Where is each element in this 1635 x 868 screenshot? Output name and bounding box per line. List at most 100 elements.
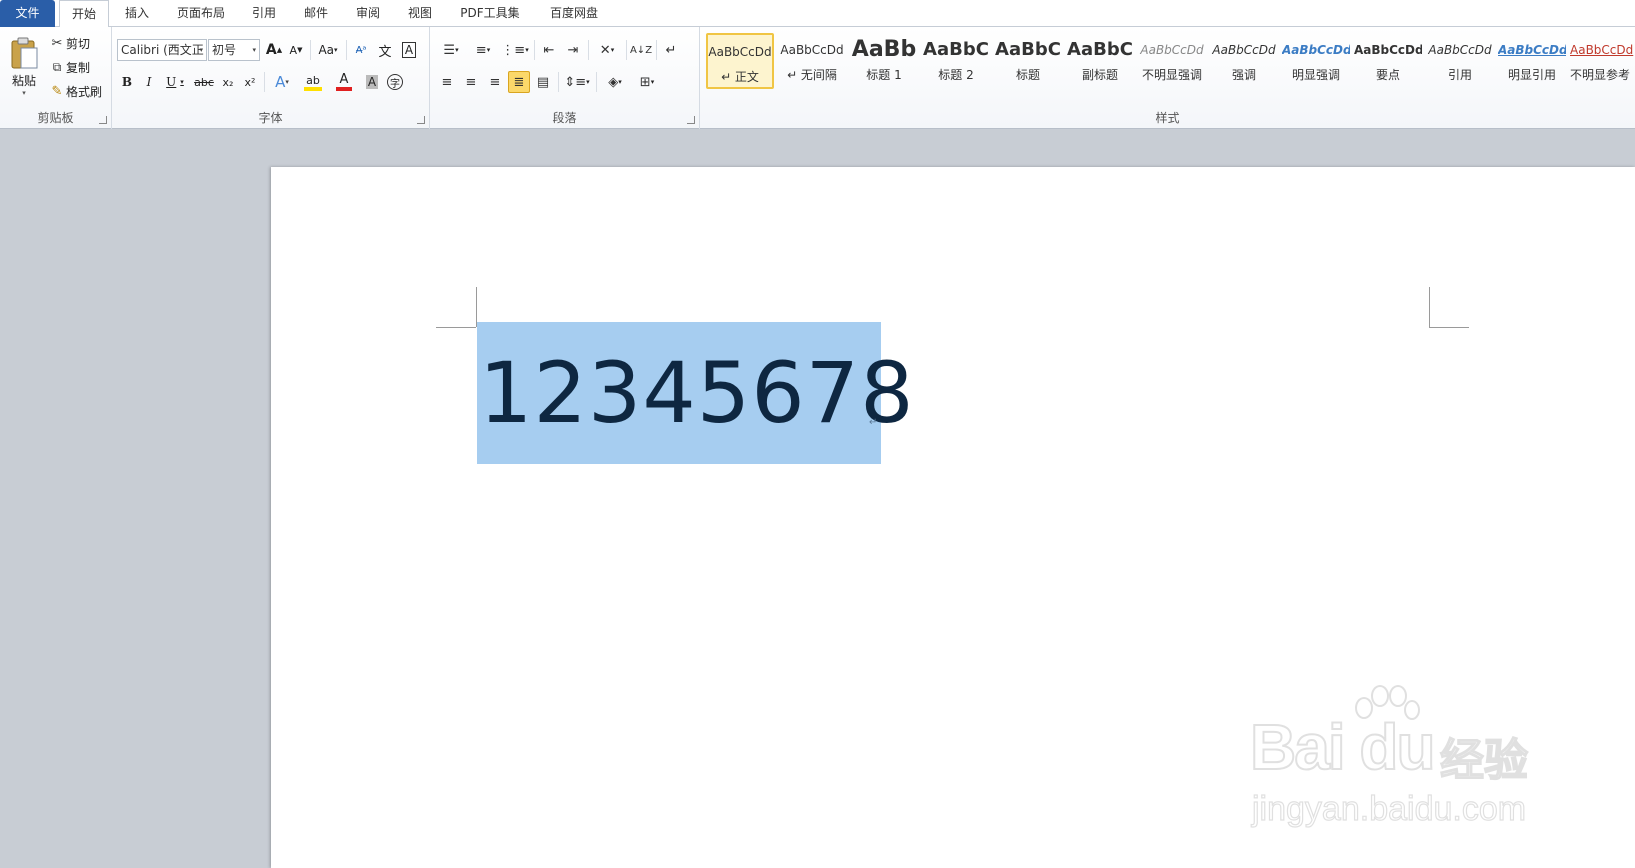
tab-file[interactable]: 文件 (0, 0, 55, 27)
text-effects-icon: A (275, 73, 286, 91)
font-dialog-launcher[interactable] (417, 116, 425, 124)
style-intense-quote[interactable]: AaBbCcDd 明显引用 (1498, 33, 1566, 89)
change-case-icon: Aa (318, 43, 335, 57)
justify-button[interactable]: ≣ (508, 71, 530, 93)
distributed-button[interactable]: ▤ (532, 71, 554, 93)
tab-home[interactable]: 开始 (59, 0, 109, 28)
underline-button[interactable]: U ▾ (161, 71, 189, 93)
style-name: 标题 1 (866, 68, 902, 82)
style-subtle-emphasis[interactable]: AaBbCcDd 不明显强调 (1138, 33, 1206, 89)
borders-button[interactable]: ⊞ ▾ (632, 71, 662, 93)
clipboard-group-label: 剪贴板 (37, 111, 74, 125)
style-sample: AaBbC (995, 39, 1061, 60)
bold-button[interactable]: B (117, 71, 137, 93)
numbering-button[interactable]: ≡ ▾ (468, 39, 498, 61)
highlight-button[interactable]: ab (298, 71, 328, 93)
italic-button[interactable]: I (139, 71, 159, 93)
clipboard-dialog-launcher[interactable] (99, 116, 107, 124)
cut-button[interactable]: ✂ 剪切 (48, 33, 106, 53)
cut-label: 剪切 (66, 36, 91, 51)
style-no-spacing[interactable]: AaBbCcDd ↵ 无间隔 (778, 33, 846, 89)
format-painter-button[interactable]: ✎ 格式刷 (48, 81, 110, 101)
multilevel-list-button[interactable]: ⋮≡ ▾ (500, 39, 530, 61)
font-name-dropdown-icon[interactable]: ▾ (199, 40, 203, 60)
sort-button[interactable]: A↓Z (630, 39, 652, 61)
tab-pdf-tools[interactable]: PDF工具集 (452, 0, 528, 27)
ribbon: 粘贴 ▾ ✂ 剪切 ⧉ 复制 ✎ 格式刷 剪贴板 Calibri (西文正 ▾ … (0, 27, 1635, 129)
font-name-combo[interactable]: Calibri (西文正 ▾ (117, 39, 207, 61)
baidu-jingyan-watermark: Bai du 经验 jingyan.baidu.com (1249, 685, 1610, 840)
bullets-button[interactable]: ☰ ▾ (436, 39, 466, 61)
increase-indent-button[interactable]: ⇥ (562, 39, 584, 61)
tab-references[interactable]: 引用 (240, 0, 288, 27)
align-center-button[interactable]: ≡ (460, 71, 482, 93)
style-subtle-reference[interactable]: AaBbCcDd 不明显参考 (1570, 33, 1635, 89)
subscript-button[interactable]: x₂ (218, 71, 238, 93)
chinese-layout-button[interactable]: ✕ ▾ (592, 39, 622, 61)
character-border-button[interactable]: A (398, 39, 420, 61)
style-emphasis[interactable]: AaBbCcDd 强调 (1210, 33, 1278, 89)
decrease-indent-button[interactable]: ⇤ (538, 39, 560, 61)
style-name: 不明显参考 (1570, 68, 1631, 82)
grow-font-button[interactable]: A ▲ (264, 39, 284, 61)
align-left-button[interactable]: ≡ (436, 71, 458, 93)
style-heading-1[interactable]: AaBb 标题 1 (850, 33, 918, 89)
tab-view[interactable]: 视图 (396, 0, 444, 27)
crop-mark-right-horizontal (1429, 327, 1469, 328)
style-subtitle[interactable]: AaBbC 副标题 (1066, 33, 1134, 89)
change-case-button[interactable]: Aa ▾ (314, 39, 342, 61)
tab-page-layout[interactable]: 页面布局 (168, 0, 234, 27)
phonetic-guide-button[interactable]: 文 (374, 39, 396, 61)
style-quote[interactable]: AaBbCcDd 引用 (1426, 33, 1494, 89)
tab-mailings[interactable]: 邮件 (292, 0, 340, 27)
style-sample: AaBbCcDd (1354, 43, 1422, 57)
character-border-icon: A (401, 42, 417, 58)
shading-button[interactable]: ◈ ▾ (600, 71, 630, 93)
tab-insert[interactable]: 插入 (113, 0, 161, 27)
subscript-icon: x₂ (222, 75, 234, 89)
style-name: 标题 2 (938, 68, 974, 82)
document-text[interactable]: 12345678 (477, 322, 914, 464)
enclose-characters-button[interactable]: 字 (384, 71, 406, 93)
style-normal[interactable]: AaBbCcDd ↵ 正文 (706, 33, 774, 89)
paragraph-dialog-launcher[interactable] (687, 116, 695, 124)
crop-mark-right-vertical (1429, 287, 1430, 327)
paint-bucket-icon: ◈ (608, 74, 619, 90)
character-shading-button[interactable]: A (362, 71, 382, 93)
clear-formatting-button[interactable]: A̶ᵃ (350, 39, 372, 61)
styles-group: AaBbCcDd ↵ 正文 AaBbCcDd ↵ 无间隔 AaBb 标题 1 A… (700, 27, 1635, 129)
copy-button[interactable]: ⧉ 复制 (48, 57, 106, 77)
style-title[interactable]: AaBbC 标题 (994, 33, 1062, 89)
font-color-button[interactable]: A (330, 71, 358, 93)
paragraph-mark-icon: ↵ (665, 42, 677, 58)
clear-formatting-icon: A̶ᵃ (355, 44, 367, 56)
copy-icon: ⧉ (52, 59, 62, 74)
paste-dropdown-arrow[interactable]: ▾ (22, 89, 26, 97)
paste-label: 粘贴 (11, 73, 36, 88)
align-right-button[interactable]: ≡ (484, 71, 506, 93)
font-color-icon: A (339, 72, 349, 87)
strikethrough-button[interactable]: abc (192, 71, 216, 93)
paste-button[interactable]: 粘贴 ▾ (6, 31, 42, 101)
tab-review[interactable]: 审阅 (344, 0, 392, 27)
bullet-list-icon: ☰ (443, 42, 456, 58)
font-size-dropdown-icon[interactable]: ▾ (252, 40, 256, 60)
superscript-button[interactable]: x² (240, 71, 260, 93)
shrink-font-button[interactable]: A ▼ (286, 39, 306, 61)
multilevel-list-icon: ⋮≡ (501, 42, 526, 58)
text-effects-button[interactable]: A ▾ (268, 71, 296, 93)
style-name: 明显引用 (1507, 68, 1556, 82)
style-heading-2[interactable]: AaBbC 标题 2 (922, 33, 990, 89)
font-size-combo[interactable]: 初号 ▾ (208, 39, 260, 61)
style-intense-emphasis[interactable]: AaBbCcDd 明显强调 (1282, 33, 1350, 89)
tab-baidu-netdisk[interactable]: 百度网盘 (536, 0, 612, 27)
style-strong[interactable]: AaBbCcDd 要点 (1354, 33, 1422, 89)
superscript-icon: x² (244, 75, 256, 89)
character-shading-icon: A (365, 75, 379, 89)
show-marks-button[interactable]: ↵ (660, 39, 682, 61)
format-painter-label: 格式刷 (66, 84, 103, 99)
italic-icon: I (146, 75, 152, 89)
line-spacing-icon: ⇕≡ (564, 74, 587, 90)
line-spacing-button[interactable]: ⇕≡ ▾ (562, 71, 592, 93)
style-sample: AaBb (851, 37, 917, 62)
